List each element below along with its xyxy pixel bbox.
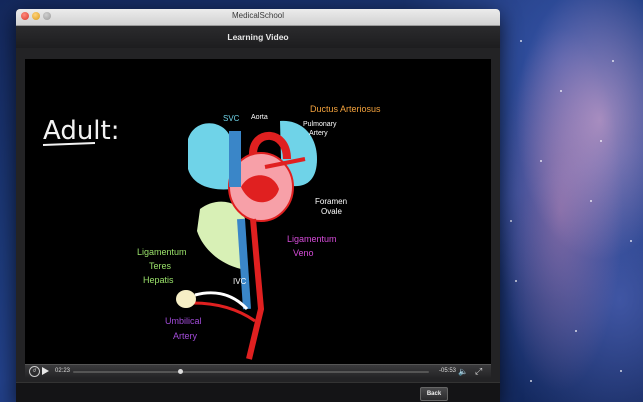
label-umbilical-1: Umbilical — [165, 316, 202, 326]
label-lig-teres-2: Teres — [149, 261, 172, 271]
content-area: Adult: SVC Aorta Ductus Arteriosus Pulmo… — [16, 48, 500, 402]
label-lig-venosum-1: Ligamentum — [287, 234, 337, 244]
ivc-vessel — [237, 218, 251, 310]
nav-bar: Learning Video — [16, 26, 500, 49]
label-lig-teres-3: Hepatis — [143, 275, 174, 285]
label-pulmonary-1: Pulmonary — [303, 121, 337, 128]
window-title: MedicalSchool — [231, 11, 285, 20]
label-umbilical-2: Artery — [173, 331, 198, 341]
umbilicus — [176, 290, 196, 308]
label-foramen-1: Foramen — [315, 197, 347, 206]
time-elapsed: 02:23 — [55, 368, 71, 374]
label-pulmonary-2: Artery — [309, 130, 328, 137]
video-heading: Adult: — [43, 116, 120, 146]
video-frame: Adult: SVC Aorta Ductus Arteriosus Pulmo… — [42, 104, 381, 360]
page-title: Learning Video — [227, 32, 289, 42]
label-ivc: IVC — [233, 277, 247, 286]
back-button[interactable]: Back — [420, 387, 448, 401]
svc-vessel — [229, 131, 241, 187]
label-lig-teres-1: Ligamentum — [137, 247, 187, 257]
label-svc: SVC — [223, 114, 240, 123]
seek-knob[interactable] — [177, 369, 183, 374]
fullscreen-icon[interactable]: ⤢ — [475, 366, 482, 377]
volume-icon[interactable]: 🔈 — [458, 367, 468, 376]
bottom-bar: Back — [16, 382, 500, 402]
label-lig-venosum-2: Veno — [293, 248, 314, 258]
window-titlebar[interactable]: MedicalSchool — [16, 9, 500, 26]
video-controls: ↺ 02:23 -05:53 🔈 ⤢ — [25, 364, 491, 379]
play-icon[interactable] — [42, 367, 49, 375]
app-window: MedicalSchool Learning Video Adult: SVC … — [16, 9, 500, 402]
descending-aorta — [246, 218, 265, 360]
video-player[interactable]: Adult: SVC Aorta Ductus Arteriosus Pulmo… — [25, 59, 491, 364]
label-aorta: Aorta — [251, 114, 268, 121]
left-lung — [188, 123, 231, 190]
time-remaining: -05:53 — [439, 368, 457, 374]
replay-icon[interactable]: ↺ — [29, 366, 40, 377]
label-ductus: Ductus Arteriosus — [310, 104, 381, 114]
label-foramen-2: Ovale — [321, 207, 342, 216]
seek-bar[interactable] — [73, 369, 429, 374]
